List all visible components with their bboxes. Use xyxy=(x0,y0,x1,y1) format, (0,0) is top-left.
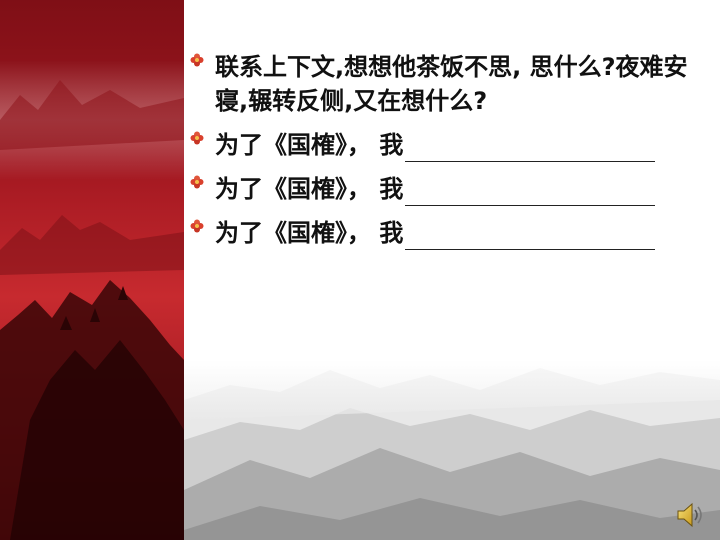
flower-bullet-icon xyxy=(190,53,204,67)
bullet-prefix: 为了《国榷》， 我 xyxy=(215,219,404,247)
bullet-text: 联系上下文,想想他茶饭不思, 思什么?夜难安寝,辗转反侧,又在想什么? xyxy=(215,53,688,115)
answer-blank[interactable] xyxy=(405,225,656,250)
bullet-item-context: 联系上下文,想想他茶饭不思, 思什么?夜难安寝,辗转反侧,又在想什么? xyxy=(190,50,718,118)
bullet-prefix: 为了《国榷》， 我 xyxy=(215,175,404,203)
bullet-item-fill-blank-2: 为了《国榷》， 我 xyxy=(190,172,718,206)
flower-bullet-icon xyxy=(190,175,204,189)
bullet-item-fill-blank-3: 为了《国榷》， 我 xyxy=(190,216,718,250)
bullet-prefix: 为了《国榷》， 我 xyxy=(215,131,404,159)
bullet-item-fill-blank-1: 为了《国榷》， 我 xyxy=(190,128,718,162)
bullet-list: 联系上下文,想想他茶饭不思, 思什么?夜难安寝,辗转反侧,又在想什么? 为了《国… xyxy=(190,50,718,260)
speaker-icon[interactable] xyxy=(676,501,706,529)
flower-bullet-icon xyxy=(190,131,204,145)
answer-blank[interactable] xyxy=(405,181,656,206)
flower-bullet-icon xyxy=(190,219,204,233)
misty-mountains-art xyxy=(184,360,720,540)
answer-blank[interactable] xyxy=(405,137,656,162)
slide: 联系上下文,想想他茶饭不思, 思什么?夜难安寝,辗转反侧,又在想什么? 为了《国… xyxy=(0,0,720,540)
